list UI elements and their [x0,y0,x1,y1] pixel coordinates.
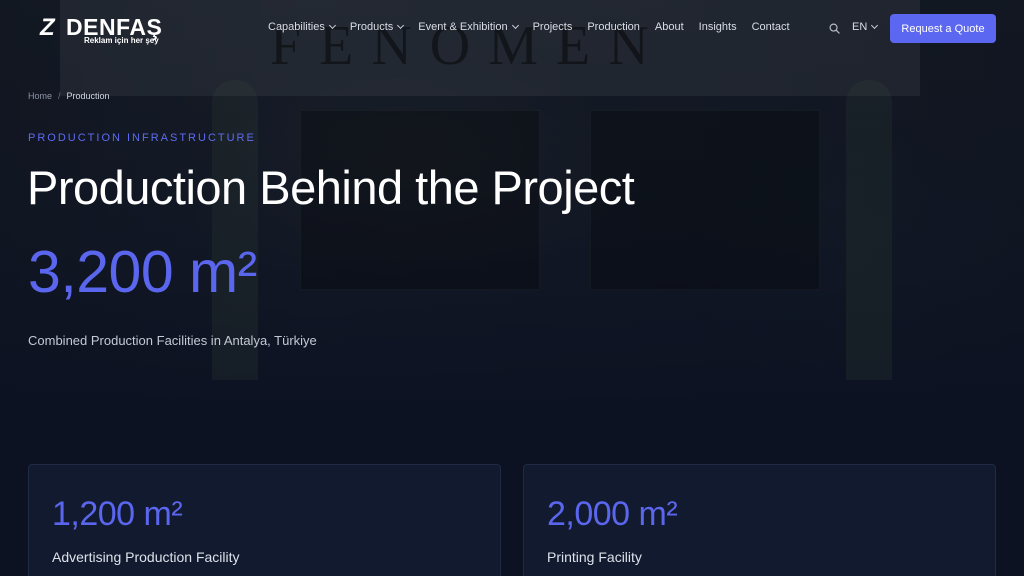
nav-item-label: Event & Exhibition [418,21,508,33]
search-icon[interactable] [829,23,840,34]
nav-item-label: Products [349,21,394,33]
nav-item-about[interactable]: About [655,21,684,33]
facility-card-printing: 2,000 m² Printing Facility [523,464,996,576]
nav-item-label: About [654,21,684,33]
nav-item-production[interactable]: Production [587,21,640,33]
chevron-down-icon [871,21,879,30]
page-title: Production Behind the Project [27,161,635,214]
facility-label: Advertising Production Facility [52,549,240,565]
hero-eyebrow: PRODUCTION INFRASTRUCTURE [28,132,256,144]
breadcrumb-current: Production [66,91,110,101]
language-label: EN [852,21,868,33]
breadcrumb-home-link[interactable]: Home [28,91,52,101]
nav-item-label: Capabilities [268,21,325,33]
chevron-down-icon [328,21,336,30]
brand-logo[interactable]: Z DENFAŞ Reklam için her şey [40,12,170,46]
breadcrumb-separator: / [58,91,61,101]
facility-label: Printing Facility [547,549,642,565]
request-quote-button[interactable]: Request a Quote [890,14,996,43]
nav-item-label: Insights [698,21,737,33]
nav-item-contact[interactable]: Contact [752,21,790,33]
main-nav: Capabilities Products Event & Exhibition… [268,21,805,33]
nav-item-label: Contact [751,21,790,33]
brand-tagline: Reklam için her şey [84,36,159,45]
nav-item-label: Production [587,21,640,33]
nav-item-capabilities[interactable]: Capabilities [268,21,336,33]
hero-subtitle: Combined Production Facilities in Antaly… [28,333,317,348]
language-selector[interactable]: EN [852,21,879,33]
logo-mark: Z [40,14,56,41]
site-header: Z DENFAŞ Reklam için her şey Capabilitie… [0,0,1024,58]
facility-card-advertising: 1,200 m² Advertising Production Facility [28,464,501,576]
chevron-down-icon [511,21,519,30]
nav-item-event-exhibition[interactable]: Event & Exhibition [418,21,519,33]
nav-item-projects[interactable]: Projects [533,21,573,33]
facility-area: 1,200 m² [52,495,183,533]
chevron-down-icon [397,21,405,30]
nav-item-insights[interactable]: Insights [699,21,737,33]
nav-item-label: Projects [532,21,573,33]
hero-stat-value: 3,200 m² [28,239,257,305]
facility-area: 2,000 m² [547,495,678,533]
nav-item-products[interactable]: Products [349,21,405,33]
cactus-decor [846,80,892,380]
breadcrumb: Home / Production [28,91,110,101]
